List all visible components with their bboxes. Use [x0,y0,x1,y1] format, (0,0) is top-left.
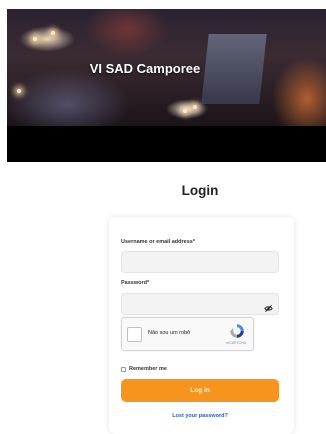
login-button[interactable]: Log in [121,379,279,402]
login-page: VI SAD Camporee Login Username or email … [0,0,326,434]
page-title: Login [181,183,219,198]
recaptcha-checkbox[interactable] [127,327,142,342]
stage-light [33,37,37,41]
recaptcha-label: Não sou um robô [148,330,191,336]
stage-light [183,109,187,113]
hero-banner: VI SAD Camporee [7,9,326,162]
username-input[interactable] [121,251,279,273]
recaptcha-brand: reCAPTCHA [226,341,246,345]
eye-slash-icon[interactable] [264,304,273,313]
stage-light [51,31,55,35]
password-label: Password* [121,280,150,286]
password-input[interactable] [121,293,279,315]
username-label: Username or email address* [121,239,195,245]
remember-me-label[interactable]: Remember me [129,366,167,372]
login-card: Username or email address* Password* Não… [109,217,294,434]
recaptcha-logo-icon [230,324,244,338]
site-title: VI SAD Camporee [89,61,201,76]
recaptcha-widget: Não sou um robô reCAPTCHA [121,317,254,351]
stage-light [193,105,197,109]
remember-me-checkbox[interactable] [121,367,126,372]
lost-password-link[interactable]: Lost your password? [109,413,291,419]
stage-light [17,89,21,93]
